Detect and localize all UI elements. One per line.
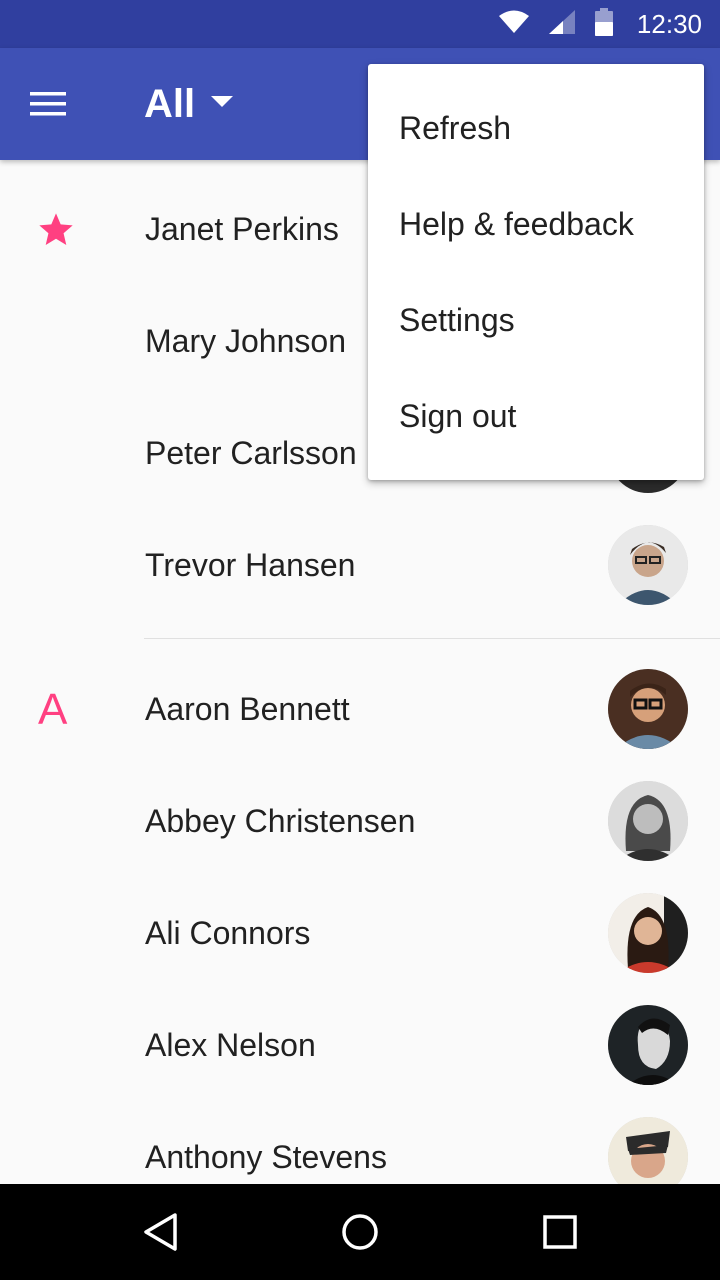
contact-row[interactable]: Alex Nelson bbox=[0, 989, 720, 1101]
wifi-icon bbox=[498, 10, 529, 39]
contact-row[interactable]: Ali Connors bbox=[0, 877, 720, 989]
section-divider bbox=[144, 638, 720, 639]
recents-icon[interactable] bbox=[536, 1208, 584, 1256]
hamburger-menu-icon[interactable] bbox=[24, 80, 72, 128]
contact-name: Abbey Christensen bbox=[145, 803, 416, 839]
avatar bbox=[608, 781, 688, 861]
avatar bbox=[608, 1117, 688, 1184]
status-bar: 12:30 bbox=[0, 0, 720, 48]
contact-name: Mary Johnson bbox=[145, 323, 346, 359]
avatar bbox=[608, 893, 688, 973]
avatar bbox=[608, 1005, 688, 1085]
overflow-menu: Refresh Help & feedback Settings Sign ou… bbox=[368, 64, 704, 480]
contact-row[interactable]: Aaron Bennett bbox=[0, 653, 720, 765]
contact-row[interactable]: Abbey Christensen bbox=[0, 765, 720, 877]
status-time: 12:30 bbox=[636, 8, 702, 39]
contact-name: Anthony Stevens bbox=[145, 1139, 387, 1175]
contact-row[interactable]: Trevor Hansen bbox=[0, 509, 720, 621]
filter-dropdown[interactable]: All bbox=[144, 78, 234, 130]
back-icon[interactable] bbox=[136, 1208, 184, 1256]
contact-row[interactable]: Anthony Stevens bbox=[0, 1101, 720, 1184]
contact-name: Trevor Hansen bbox=[145, 547, 356, 583]
contact-name: Peter Carlsson bbox=[145, 435, 357, 471]
home-icon[interactable] bbox=[336, 1208, 384, 1256]
menu-item-help-feedback[interactable]: Help & feedback bbox=[368, 176, 704, 272]
avatar bbox=[608, 525, 688, 605]
menu-item-sign-out[interactable]: Sign out bbox=[368, 368, 704, 464]
contact-name: Ali Connors bbox=[145, 915, 311, 951]
toolbar-title: All bbox=[144, 81, 196, 126]
arrow-drop-down-icon bbox=[211, 95, 234, 113]
signal-icon bbox=[548, 9, 575, 39]
battery-icon bbox=[594, 7, 613, 41]
avatar bbox=[608, 669, 688, 749]
system-nav-bar bbox=[0, 1184, 720, 1280]
contact-name: Alex Nelson bbox=[145, 1027, 316, 1063]
menu-item-refresh[interactable]: Refresh bbox=[368, 80, 704, 176]
menu-item-settings[interactable]: Settings bbox=[368, 272, 704, 368]
contact-name: Janet Perkins bbox=[145, 211, 339, 247]
contact-name: Aaron Bennett bbox=[145, 691, 350, 727]
status-icons: 12:30 bbox=[498, 0, 702, 48]
